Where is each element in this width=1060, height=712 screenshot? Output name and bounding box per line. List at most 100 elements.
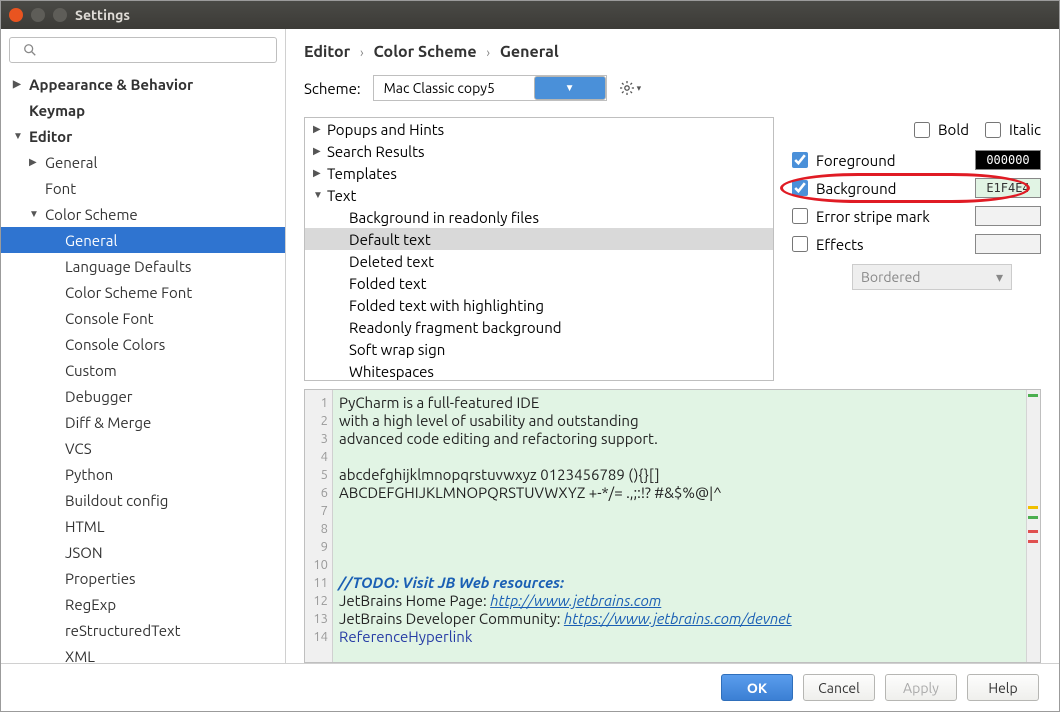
- preview-editor[interactable]: 1234567891011121314 PyCharm is a full-fe…: [304, 389, 1041, 663]
- close-icon[interactable]: [9, 8, 23, 22]
- category-label: Whitespaces: [349, 363, 434, 380]
- sidebar-item-html[interactable]: HTML: [1, 513, 285, 539]
- sidebar-item-keymap[interactable]: Keymap: [1, 97, 285, 123]
- sidebar-item-font[interactable]: Font: [1, 175, 285, 201]
- scheme-select[interactable]: Mac Classic copy5 ▼: [373, 75, 607, 101]
- titlebar: Settings: [1, 1, 1059, 29]
- sidebar-item-label: General: [65, 232, 117, 249]
- sidebar-item-regexp[interactable]: RegExp: [1, 591, 285, 617]
- stripe-marker: [1028, 506, 1038, 509]
- tree-arrow-icon: ▶: [313, 123, 327, 135]
- foreground-checkbox[interactable]: [792, 152, 808, 168]
- category-label: Deleted text: [349, 253, 434, 270]
- foreground-label: Foreground: [816, 152, 896, 169]
- tree-arrow-icon: ▶: [313, 167, 327, 179]
- sidebar-item-appearance-behavior[interactable]: ▶ Appearance & Behavior: [1, 71, 285, 97]
- sidebar-item-label: reStructuredText: [65, 622, 181, 639]
- effects-type-select: Bordered ▾: [852, 264, 1012, 290]
- category-whitespaces[interactable]: Whitespaces: [305, 360, 773, 381]
- sidebar-item-label: Diff & Merge: [65, 414, 151, 431]
- category-background-in-readonly-files[interactable]: Background in readonly files: [305, 206, 773, 228]
- sidebar-item-buildout-config[interactable]: Buildout config: [1, 487, 285, 513]
- tree-arrow-icon: ▶: [13, 78, 25, 90]
- category-folded-text-with-highlighting[interactable]: Folded text with highlighting: [305, 294, 773, 316]
- color-options-panel: Bold Italic Foreground 000000 Background…: [792, 117, 1041, 381]
- scheme-actions-button[interactable]: ▾: [619, 80, 642, 96]
- category-readonly-fragment-background[interactable]: Readonly fragment background: [305, 316, 773, 338]
- sidebar-item-console-colors[interactable]: Console Colors: [1, 331, 285, 357]
- sidebar-item-label: Custom: [65, 362, 117, 379]
- apply-button: Apply: [885, 674, 957, 701]
- maximize-icon[interactable]: [53, 8, 67, 22]
- sidebar-item-label: VCS: [65, 440, 92, 457]
- sidebar-item-xml[interactable]: XML: [1, 643, 285, 663]
- color-category-tree[interactable]: ▶Popups and Hints▶Search Results▶Templat…: [304, 117, 774, 381]
- sidebar-item-label: Editor: [29, 128, 72, 145]
- search-icon: [23, 43, 37, 57]
- sidebar-item-color-scheme-font[interactable]: Color Scheme Font: [1, 279, 285, 305]
- category-default-text[interactable]: Default text: [305, 228, 773, 250]
- sidebar-item-restructuredtext[interactable]: reStructuredText: [1, 617, 285, 643]
- category-soft-wrap-sign[interactable]: Soft wrap sign: [305, 338, 773, 360]
- category-deleted-text[interactable]: Deleted text: [305, 250, 773, 272]
- sidebar-item-label: Language Defaults: [65, 258, 191, 275]
- sidebar-item-label: Buildout config: [65, 492, 168, 509]
- scheme-label: Scheme:: [304, 80, 361, 97]
- category-templates[interactable]: ▶Templates: [305, 162, 773, 184]
- settings-search-input[interactable]: [9, 37, 277, 63]
- scheme-value: Mac Classic copy5: [374, 80, 534, 96]
- sidebar-item-custom[interactable]: Custom: [1, 357, 285, 383]
- sidebar-item-diff-merge[interactable]: Diff & Merge: [1, 409, 285, 435]
- tree-arrow-icon: ▶: [313, 145, 327, 157]
- tree-arrow-icon: ▼: [29, 208, 41, 220]
- sidebar-item-label: Debugger: [65, 388, 132, 405]
- category-label: Readonly fragment background: [349, 319, 562, 336]
- sidebar-item-properties[interactable]: Properties: [1, 565, 285, 591]
- breadcrumb-color-scheme[interactable]: Color Scheme: [373, 43, 476, 61]
- minimize-icon[interactable]: [31, 8, 45, 22]
- sidebar-item-console-font[interactable]: Console Font: [1, 305, 285, 331]
- sidebar-item-general[interactable]: General: [1, 227, 285, 253]
- sidebar-item-editor[interactable]: ▼Editor: [1, 123, 285, 149]
- sidebar-item-json[interactable]: JSON: [1, 539, 285, 565]
- italic-checkbox[interactable]: Italic: [985, 121, 1041, 138]
- background-checkbox[interactable]: [792, 180, 808, 196]
- sidebar-item-label: Console Colors: [65, 336, 165, 353]
- ok-button[interactable]: OK: [721, 674, 793, 701]
- help-button[interactable]: Help: [967, 674, 1039, 701]
- sidebar-item-label: RegExp: [65, 596, 116, 613]
- sidebar-item-color-scheme[interactable]: ▼Color Scheme: [1, 201, 285, 227]
- background-label: Background: [816, 180, 896, 197]
- settings-tree[interactable]: ▶Appearance & BehaviorKeymap▼Editor▶Gene…: [1, 71, 285, 663]
- sidebar-item-general[interactable]: ▶General: [1, 149, 285, 175]
- dialog-footer: OK Cancel Apply Help: [1, 663, 1059, 711]
- cancel-button[interactable]: Cancel: [803, 674, 875, 701]
- effects-checkbox[interactable]: [792, 236, 808, 252]
- chevron-down-icon: ▾: [996, 269, 1003, 286]
- preview-gutter: 1234567891011121314: [305, 390, 333, 662]
- category-folded-text[interactable]: Folded text: [305, 272, 773, 294]
- sidebar-item-vcs[interactable]: VCS: [1, 435, 285, 461]
- breadcrumb-editor[interactable]: Editor: [304, 43, 350, 61]
- breadcrumb: Editor › Color Scheme › General: [286, 29, 1059, 71]
- error-stripe-checkbox[interactable]: [792, 208, 808, 224]
- sidebar-item-python[interactable]: Python: [1, 461, 285, 487]
- background-swatch[interactable]: E1F4E4: [975, 178, 1041, 198]
- category-search-results[interactable]: ▶Search Results: [305, 140, 773, 162]
- stripe-marker-ok: [1028, 394, 1038, 397]
- error-stripe-swatch[interactable]: [975, 206, 1041, 226]
- category-label: Folded text with highlighting: [349, 297, 544, 314]
- sidebar-item-language-defaults[interactable]: Language Defaults: [1, 253, 285, 279]
- foreground-swatch[interactable]: 000000: [975, 150, 1041, 170]
- category-text[interactable]: ▼Text: [305, 184, 773, 206]
- bold-checkbox[interactable]: Bold: [914, 121, 969, 138]
- category-label: Background in readonly files: [349, 209, 539, 226]
- chevron-down-icon[interactable]: ▼: [534, 76, 606, 100]
- effects-swatch[interactable]: [975, 234, 1041, 254]
- effects-label: Effects: [816, 236, 864, 253]
- sidebar-item-debugger[interactable]: Debugger: [1, 383, 285, 409]
- sidebar-item-label: Appearance & Behavior: [29, 76, 193, 93]
- sidebar-item-label: JSON: [65, 544, 103, 561]
- category-popups-and-hints[interactable]: ▶Popups and Hints: [305, 118, 773, 140]
- error-stripe[interactable]: [1026, 390, 1040, 662]
